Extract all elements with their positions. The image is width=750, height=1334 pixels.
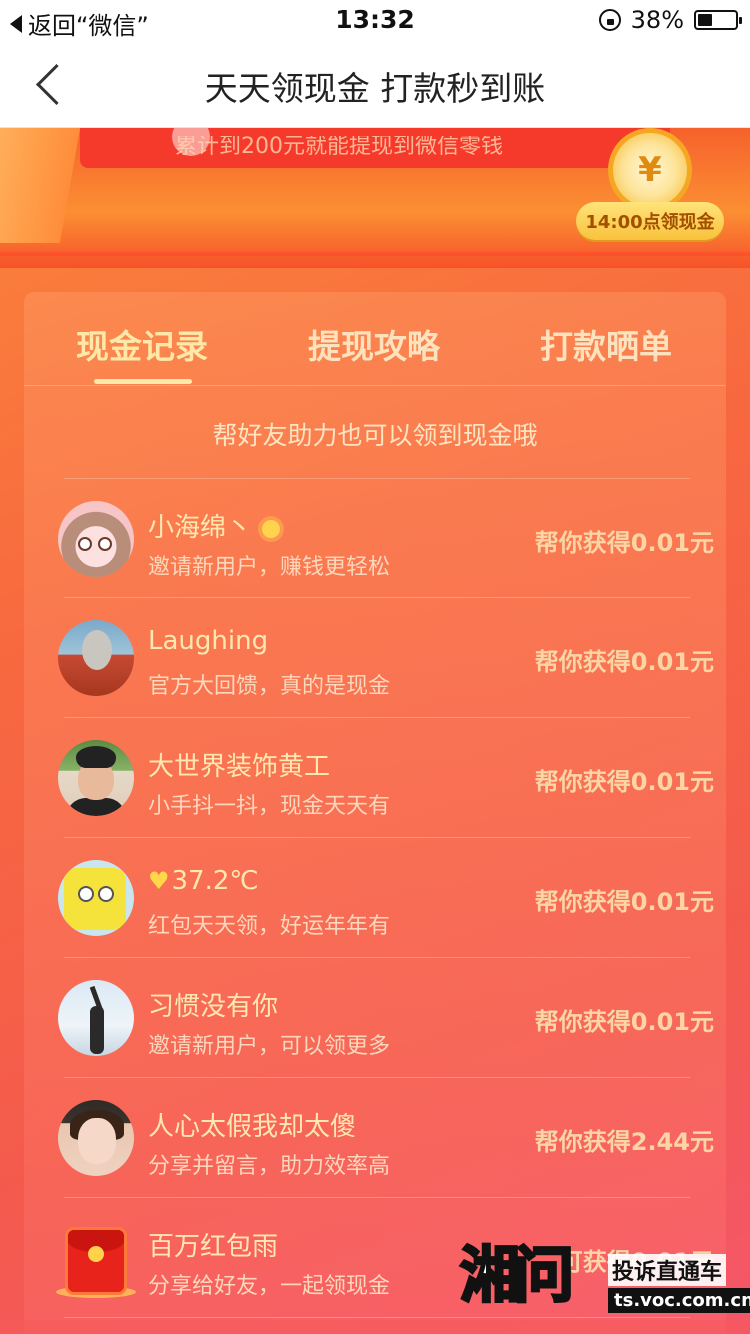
records-list: 小海绵丶 邀请新用户，赚钱更轻松 帮你获得0.01元 Laughing 官方大回… (56, 478, 714, 1318)
list-item[interactable]: 人心太假我却太傻 分享并留言，助力效率高 帮你获得2.44元 (58, 1078, 714, 1198)
record-name: 百万红包雨 (148, 1232, 279, 1262)
watermark: 湘问 投诉直通车 ts.voc.com.cn (459, 1236, 750, 1320)
records-card: 现金记录 提现攻略 打款晒单 帮好友助力也可以领到现金哦 小海绵丶 邀请新用户，… (24, 292, 726, 1334)
list-item[interactable]: 小海绵丶 邀请新用户，赚钱更轻松 帮你获得0.01元 (58, 478, 714, 598)
record-desc: 邀请新用户，可以领更多 (148, 1034, 391, 1059)
red-envelope-icon (56, 1220, 136, 1298)
record-name: 习惯没有你 (148, 992, 279, 1022)
avatar (58, 860, 134, 936)
tab-cash-records[interactable]: 现金记录 (76, 320, 208, 368)
banner-decoration (0, 128, 81, 243)
record-name: ♥37.2℃ (148, 866, 259, 896)
banner-divider (0, 252, 750, 256)
avatar (58, 980, 134, 1056)
record-reward: 帮你获得0.01元 (534, 529, 714, 557)
help-hint: 帮好友助力也可以领到现金哦 (212, 421, 538, 450)
rotation-lock-icon (598, 9, 621, 31)
record-name: 大世界装饰黄工 (148, 752, 331, 782)
battery-icon (694, 10, 742, 30)
record-desc: 红包天天领，好运年年有 (148, 914, 391, 939)
avatar (58, 1100, 134, 1176)
bottom-edge (0, 1320, 750, 1334)
status-right: 38% (598, 6, 742, 34)
battery-percent: 38% (630, 6, 684, 34)
list-item[interactable]: 习惯没有你 邀请新用户，可以领更多 帮你获得0.01元 (58, 958, 714, 1078)
record-name: Laughing (148, 626, 269, 656)
watermark-logo: 湘问 (459, 1240, 576, 1313)
avatar (58, 501, 134, 577)
record-desc: 分享并留言，助力效率高 (148, 1154, 391, 1179)
clock-currency-symbol: ¥ (638, 150, 662, 190)
nav-bar: 天天领现金 打款秒到账 (0, 40, 750, 128)
record-desc: 分享给好友，一起领现金 (148, 1274, 391, 1299)
avatar (58, 740, 134, 816)
list-item[interactable]: ♥37.2℃ 红包天天领，好运年年有 帮你获得0.01元 (58, 838, 714, 958)
record-desc: 官方大回馈，真的是现金 (148, 674, 391, 699)
record-reward: 帮你获得0.01元 (534, 1008, 714, 1036)
record-reward: 帮你获得0.01元 (534, 768, 714, 796)
active-tab-indicator (94, 379, 192, 384)
tab-bar: 现金记录 提现攻略 打款晒单 (24, 292, 726, 386)
tab-payment-show[interactable]: 打款晒单 (540, 320, 672, 368)
clock-badge[interactable]: 14:00点领现金 (576, 202, 724, 240)
record-name: 人心太假我却太傻 (148, 1112, 357, 1142)
avatar (58, 620, 134, 696)
list-item[interactable]: Laughing 官方大回馈，真的是现金 帮你获得0.01元 (58, 598, 714, 718)
sun-icon (262, 519, 281, 538)
alarm-clock-icon[interactable]: ¥ (608, 128, 692, 212)
watermark-url: ts.voc.com.cn (608, 1288, 750, 1313)
status-bar: 返回“微信” 13:32 38% (0, 0, 750, 40)
record-desc: 小手抖一抖，现金天天有 (148, 794, 391, 819)
page-title: 天天领现金 打款秒到账 (204, 69, 546, 108)
yellow-heart-icon: ♥ (148, 867, 170, 895)
record-reward: 帮你获得0.01元 (534, 888, 714, 916)
list-item[interactable]: 大世界装饰黄工 小手抖一抖，现金天天有 帮你获得0.01元 (58, 718, 714, 838)
record-reward: 帮你获得0.01元 (534, 648, 714, 676)
tab-withdraw-guide[interactable]: 提现攻略 (308, 320, 440, 368)
record-reward: 帮你获得2.44元 (534, 1128, 714, 1156)
watermark-title: 投诉直通车 (608, 1254, 727, 1286)
record-name: 小海绵丶 (148, 507, 281, 544)
record-desc: 邀请新用户，赚钱更轻松 (148, 555, 391, 580)
